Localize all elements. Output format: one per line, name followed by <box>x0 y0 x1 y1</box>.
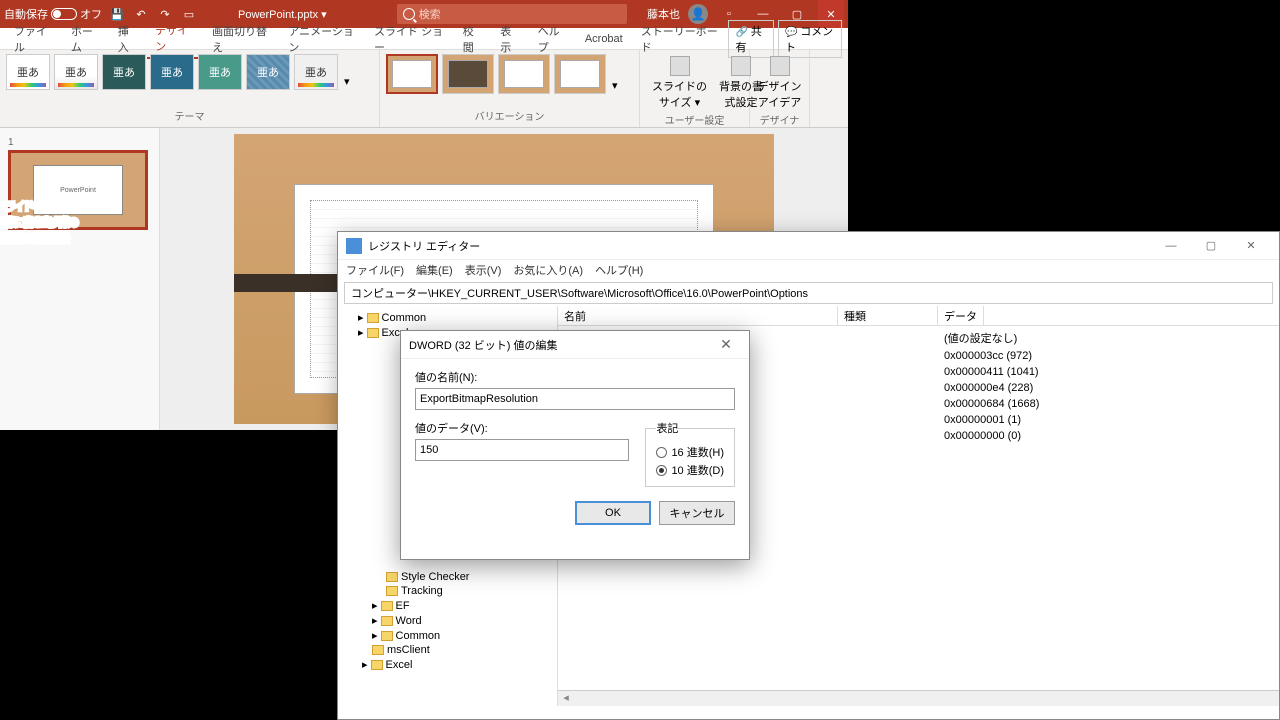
theme-thumb[interactable]: 亜あ <box>294 54 338 90</box>
col-data[interactable]: データ <box>938 306 984 325</box>
value-name-label: 値の名前(N): <box>415 369 735 385</box>
dword-edit-dialog: DWORD (32 ビット) 値の編集 ✕ 値の名前(N): 値のデータ(V):… <box>400 330 750 560</box>
variation-thumb[interactable] <box>554 54 606 94</box>
group-label-user: ユーザー設定 <box>646 112 743 127</box>
theme-thumb[interactable]: 亜あ <box>54 54 98 90</box>
menu-favorites[interactable]: お気に入り(A) <box>513 262 583 278</box>
theme-thumb[interactable]: 亜あ <box>102 54 146 90</box>
folder-icon <box>381 616 393 626</box>
value-data-field[interactable] <box>415 439 629 461</box>
variations-more-icon[interactable]: ▾ <box>610 77 620 94</box>
slide-thumbnails-panel: 1 PowerPoint <box>0 128 160 430</box>
folder-icon <box>371 660 383 670</box>
tree-item[interactable]: ▸ Common <box>342 628 553 643</box>
menu-file[interactable]: ファイル(F) <box>346 262 404 278</box>
search-icon <box>403 8 415 20</box>
regedit-titlebar[interactable]: レジストリ エディター — ▢ ✕ <box>338 232 1279 260</box>
theme-thumb[interactable]: 亜あ <box>150 54 194 90</box>
menu-view[interactable]: 表示(V) <box>465 262 502 278</box>
close-icon[interactable]: ✕ <box>711 336 741 353</box>
radio-dec[interactable]: 10 進数(D) <box>656 462 724 478</box>
tree-item[interactable]: ▸ Excel <box>342 657 553 672</box>
folder-icon <box>386 586 398 596</box>
slide-number: 1 <box>8 137 14 148</box>
folder-icon <box>381 631 393 641</box>
tree-item[interactable]: ▸ EF <box>342 598 553 613</box>
ok-button[interactable]: OK <box>575 501 651 525</box>
menu-edit[interactable]: 編集(E) <box>416 262 453 278</box>
regedit-icon <box>346 238 362 254</box>
regedit-menubar: ファイル(F) 編集(E) 表示(V) お気に入り(A) ヘルプ(H) <box>338 260 1279 280</box>
tree-item[interactable]: Tracking <box>342 584 553 598</box>
col-name[interactable]: 名前 <box>558 306 838 325</box>
theme-thumb[interactable]: 亜あ <box>6 54 50 90</box>
folder-icon <box>367 313 379 323</box>
tab-acrobat[interactable]: Acrobat <box>577 30 631 48</box>
folder-icon <box>381 601 393 611</box>
horizontal-scrollbar[interactable]: ◂ <box>558 690 1279 706</box>
close-icon[interactable]: ✕ <box>1231 233 1271 259</box>
tree-item[interactable]: Style Checker <box>342 570 553 584</box>
tree-item[interactable]: ▸ Word <box>342 613 553 628</box>
base-radio-group: 表記 16 進数(H) 10 進数(D) <box>645 420 735 487</box>
variation-thumb[interactable] <box>498 54 550 94</box>
slide-size-button[interactable]: スライドの サイズ ▾ <box>646 54 713 112</box>
group-label-variations: バリエーション <box>386 108 633 123</box>
theme-thumb[interactable]: 亜あ <box>198 54 242 90</box>
design-ideas-button[interactable]: デザイン アイデア <box>756 54 803 112</box>
menu-help[interactable]: ヘルプ(H) <box>595 262 643 278</box>
radio-hex[interactable]: 16 進数(H) <box>656 444 724 460</box>
minimize-icon[interactable]: — <box>1151 233 1191 259</box>
folder-icon <box>386 572 398 582</box>
regedit-address-bar[interactable]: コンピューター\HKEY_CURRENT_USER\Software\Micro… <box>344 282 1273 304</box>
tree-item[interactable]: ▸ Common <box>342 310 553 325</box>
ribbon-body: 亜あ 亜あ 亜あ 亜あ 亜あ 亜あ 亜あ ▾ テーマ ▾ バリエーション <box>0 50 848 128</box>
maximize-icon[interactable]: ▢ <box>1191 233 1231 259</box>
value-data-label: 値のデータ(V): <box>415 420 629 436</box>
regedit-title: レジストリ エディター <box>368 238 480 254</box>
variation-thumb[interactable] <box>442 54 494 94</box>
themes-more-icon[interactable]: ▾ <box>342 73 352 90</box>
variation-thumb[interactable] <box>386 54 438 94</box>
col-type[interactable]: 種類 <box>838 306 938 325</box>
group-label-themes: テーマ <box>6 108 373 123</box>
ribbon-tabs: ファイル ホーム 挿入 デザイン 画面切り替え アニメーション スライド ショー… <box>0 28 848 50</box>
theme-thumb[interactable]: 亜あ <box>246 54 290 90</box>
folder-icon <box>367 328 379 338</box>
tree-item[interactable]: msClient <box>342 643 553 657</box>
value-name-field[interactable] <box>415 388 735 410</box>
cancel-button[interactable]: キャンセル <box>659 501 735 525</box>
folder-icon <box>372 645 384 655</box>
dword-titlebar[interactable]: DWORD (32 ビット) 値の編集 ✕ <box>401 331 749 359</box>
slide-thumbnail[interactable]: PowerPoint <box>8 150 148 230</box>
